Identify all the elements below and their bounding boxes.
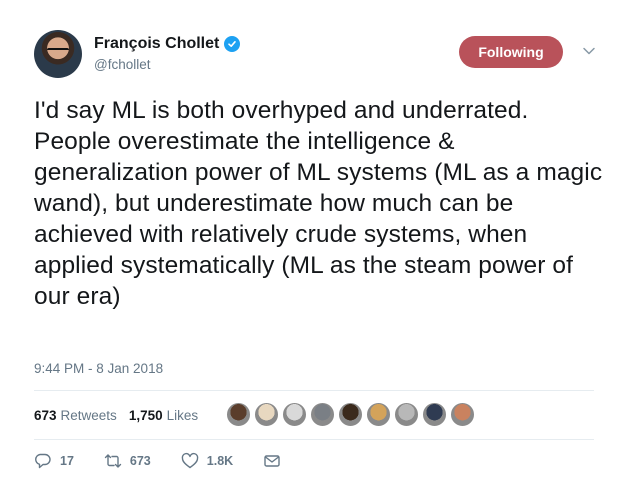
likes-stat[interactable]: 1,750 Likes	[129, 408, 198, 423]
tweet-stats: 673 Retweets 1,750 Likes	[34, 400, 210, 430]
author-avatar[interactable]	[34, 30, 82, 78]
tweet-timestamp[interactable]: 9:44 PM - 8 Jan 2018	[34, 361, 163, 376]
liker-avatar-icon[interactable]	[282, 402, 307, 427]
tweet-header: François Chollet @fchollet Following	[34, 30, 633, 80]
liker-avatar-icon[interactable]	[366, 402, 391, 427]
retweet-count: 673	[129, 454, 151, 468]
liker-avatar-icon[interactable]	[450, 402, 475, 427]
retweets-count: 673	[34, 407, 57, 423]
liker-avatar-icon[interactable]	[338, 402, 363, 427]
reply-button[interactable]: 17	[34, 452, 74, 470]
heart-icon	[181, 452, 199, 469]
liked-by-avatars	[226, 402, 475, 427]
retweets-label: Retweets	[60, 407, 117, 423]
tweet-text: I'd say ML is both overhyped and underra…	[34, 97, 603, 310]
retweet-icon	[104, 454, 122, 468]
following-button[interactable]: Following	[459, 36, 563, 68]
direct-message-button[interactable]	[263, 452, 281, 470]
author-handle[interactable]: @fchollet	[94, 57, 150, 72]
chevron-down-icon[interactable]	[582, 44, 596, 58]
divider	[34, 390, 594, 391]
retweet-button[interactable]: 673	[104, 452, 151, 470]
envelope-icon	[264, 455, 280, 467]
author-name[interactable]: François Chollet	[94, 35, 219, 53]
divider	[34, 439, 594, 440]
liker-avatar-icon[interactable]	[310, 402, 335, 427]
reply-icon	[35, 453, 51, 469]
retweets-stat[interactable]: 673 Retweets	[34, 408, 117, 423]
like-button[interactable]: 1.8K	[181, 452, 233, 470]
liker-avatar-icon[interactable]	[422, 402, 447, 427]
author-name-row: François Chollet	[94, 35, 241, 53]
liker-avatar-icon[interactable]	[394, 402, 419, 427]
verified-badge-icon	[224, 36, 241, 52]
reply-count: 17	[60, 454, 74, 468]
likes-count: 1,750	[128, 407, 163, 423]
liker-avatar-icon[interactable]	[226, 402, 251, 427]
like-count: 1.8K	[206, 454, 234, 468]
tweet-actions: 17 673 1.8K	[34, 450, 311, 472]
liker-avatar-icon[interactable]	[254, 402, 279, 427]
likes-label: Likes	[166, 407, 199, 423]
